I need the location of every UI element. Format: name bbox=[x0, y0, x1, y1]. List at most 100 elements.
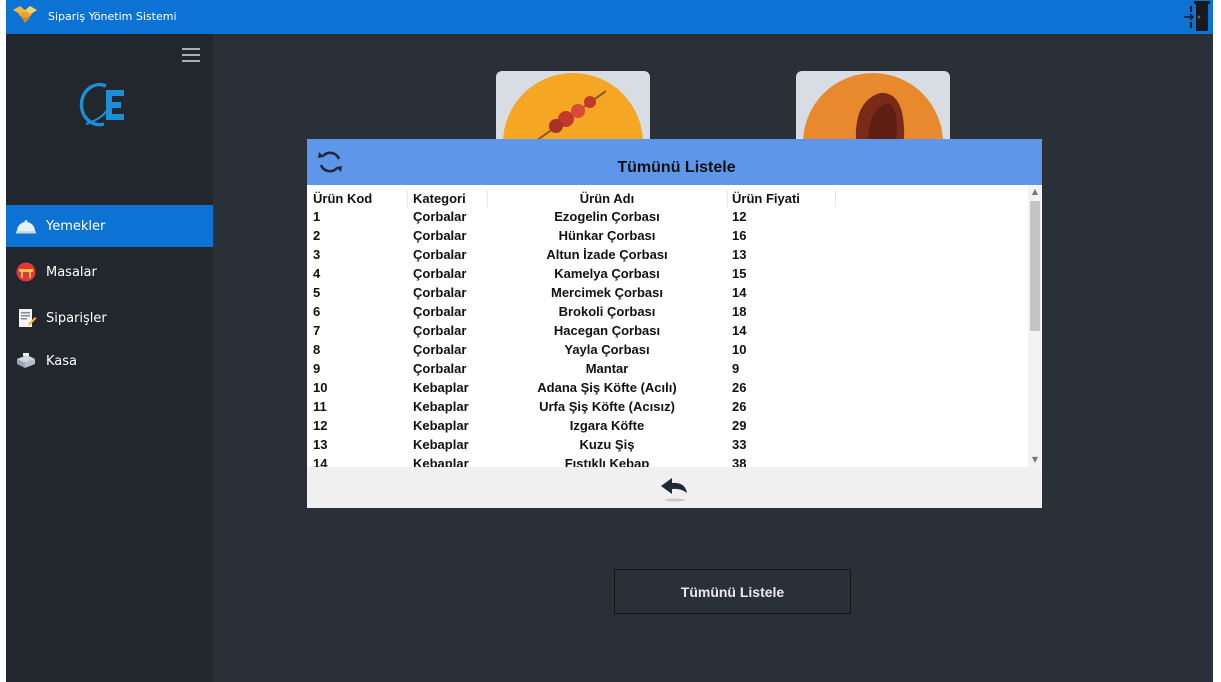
table-row[interactable]: 13 Kebaplar Kuzu Şiş 33 bbox=[307, 436, 1029, 455]
sidebar-item-kasa[interactable]: Kasa bbox=[6, 340, 213, 382]
undo-arrow-icon[interactable] bbox=[657, 473, 693, 503]
cell-kod: 7 bbox=[313, 323, 321, 338]
cell-kod: 13 bbox=[313, 437, 328, 452]
cell-kategori: Çorbalar bbox=[413, 266, 467, 281]
cell-fiyat: 38 bbox=[732, 456, 747, 467]
kebab-skewer-icon bbox=[503, 73, 643, 141]
cell-fiyat: 18 bbox=[732, 304, 747, 319]
sidebar: Yemekler Masalar Siparişler Kasa bbox=[6, 34, 213, 682]
table-row[interactable]: 4 Çorbalar Kamelya Çorbası 15 bbox=[307, 265, 1029, 284]
cell-kod: 12 bbox=[313, 418, 328, 433]
cell-kod: 3 bbox=[313, 247, 321, 262]
cell-kategori: Çorbalar bbox=[413, 228, 467, 243]
list-all-button[interactable]: Tümünü Listele bbox=[614, 569, 851, 614]
cell-kod: 4 bbox=[313, 266, 321, 281]
grid-header: Ürün Kod Kategori Ürün Adı Ürün Fiyati bbox=[307, 190, 1029, 207]
category-tile-kebab[interactable] bbox=[496, 71, 650, 141]
cell-urun-adi: Brokoli Çorbası bbox=[558, 304, 656, 319]
table-row[interactable]: 12 Kebaplar Izgara Köfte 29 bbox=[307, 417, 1029, 436]
scroll-down-icon[interactable]: ▼ bbox=[1028, 453, 1042, 467]
cell-fiyat: 16 bbox=[732, 228, 747, 243]
table-row[interactable]: 14 Kebaplar Fıstıklı Kebap 38 bbox=[307, 455, 1029, 467]
column-header-fiyat[interactable]: Ürün Fiyati bbox=[732, 191, 800, 206]
meat-icon bbox=[803, 73, 943, 141]
dialog-header: Tümünü Listele bbox=[307, 139, 1042, 185]
cell-fiyat: 12 bbox=[732, 209, 747, 224]
cell-fiyat: 26 bbox=[732, 399, 747, 414]
hamburger-menu-icon[interactable] bbox=[182, 48, 200, 62]
scroll-up-icon[interactable]: ▲ bbox=[1028, 185, 1042, 199]
cell-kategori: Kebaplar bbox=[413, 418, 469, 433]
exit-door-icon[interactable] bbox=[1181, 0, 1211, 34]
cell-kategori: Çorbalar bbox=[413, 304, 467, 319]
table-row[interactable]: 11 Kebaplar Urfa Şiş Köfte (Acısız) 26 bbox=[307, 398, 1029, 417]
cell-kategori: Çorbalar bbox=[413, 285, 467, 300]
cell-kod: 14 bbox=[313, 456, 328, 467]
cell-kategori: Kebaplar bbox=[413, 456, 469, 467]
app-window: Sipariş Yönetim Sistemi Yemekler Masalar… bbox=[6, 0, 1213, 682]
cell-urun-adi: Ezogelin Çorbası bbox=[554, 209, 660, 224]
scrollbar-thumb[interactable] bbox=[1030, 201, 1040, 331]
grid-rows: 1 Çorbalar Ezogelin Çorbası 12 2 Çorbalar Hün… bbox=[307, 208, 1029, 467]
table-row[interactable]: 6 Çorbalar Brokoli Çorbası 18 bbox=[307, 303, 1029, 322]
cell-kategori: Çorbalar bbox=[413, 342, 467, 357]
sidebar-item-masalar[interactable]: Masalar bbox=[6, 251, 213, 293]
food-cloche-icon bbox=[16, 220, 36, 234]
cell-fiyat: 14 bbox=[732, 323, 747, 338]
cell-kod: 10 bbox=[313, 380, 328, 395]
table-row[interactable]: 1 Çorbalar Ezogelin Çorbası 12 bbox=[307, 208, 1029, 227]
column-header-kod[interactable]: Ürün Kod bbox=[313, 191, 372, 206]
table-row[interactable]: 9 Çorbalar Mantar 9 bbox=[307, 360, 1029, 379]
handshake-icon bbox=[13, 6, 37, 23]
vertical-scrollbar[interactable]: ▲ ▼ bbox=[1028, 185, 1042, 467]
table-row[interactable]: 5 Çorbalar Mercimek Çorbası 14 bbox=[307, 284, 1029, 303]
cell-kod: 1 bbox=[313, 209, 321, 224]
cell-kod: 5 bbox=[313, 285, 321, 300]
cell-urun-adi: Hünkar Çorbası bbox=[558, 228, 656, 243]
title-bar: Sipariş Yönetim Sistemi bbox=[6, 0, 1213, 34]
sidebar-item-label: Masalar bbox=[46, 265, 97, 280]
dialog-title: Tümünü Listele bbox=[617, 159, 736, 176]
cell-urun-adi: Urfa Şiş Köfte (Acısız) bbox=[539, 399, 675, 414]
cell-kategori: Kebaplar bbox=[413, 399, 469, 414]
cash-register-icon bbox=[17, 353, 35, 368]
cell-fiyat: 9 bbox=[732, 361, 740, 376]
cell-kod: 2 bbox=[313, 228, 321, 243]
cell-fiyat: 14 bbox=[732, 285, 747, 300]
table-row[interactable]: 7 Çorbalar Hacegan Çorbası 14 bbox=[307, 322, 1029, 341]
cell-kategori: Kebaplar bbox=[413, 380, 469, 395]
cell-urun-adi: Kuzu Şiş bbox=[579, 437, 635, 452]
cell-kod: 9 bbox=[313, 361, 321, 376]
cell-fiyat: 29 bbox=[732, 418, 747, 433]
category-tile-meat[interactable] bbox=[796, 71, 950, 141]
column-header-kategori[interactable]: Kategori bbox=[413, 191, 466, 206]
cell-urun-adi: Izgara Köfte bbox=[569, 418, 645, 433]
sidebar-item-label: Kasa bbox=[46, 354, 78, 369]
app-title: Sipariş Yönetim Sistemi bbox=[48, 10, 177, 23]
cell-urun-adi: Yayla Çorbası bbox=[564, 342, 650, 357]
cell-kategori: Çorbalar bbox=[413, 361, 467, 376]
brand-logo bbox=[79, 82, 124, 127]
cell-urun-adi: Mercimek Çorbası bbox=[551, 285, 663, 300]
cell-kategori: Kebaplar bbox=[413, 437, 469, 452]
column-header-urun-adi[interactable]: Ürün Adı bbox=[487, 191, 727, 206]
order-document-icon bbox=[19, 309, 37, 327]
dialog-footer bbox=[307, 467, 1042, 508]
cell-kategori: Çorbalar bbox=[413, 247, 467, 262]
table-row[interactable]: 8 Çorbalar Yayla Çorbası 10 bbox=[307, 341, 1029, 360]
cell-fiyat: 13 bbox=[732, 247, 747, 262]
cell-fiyat: 33 bbox=[732, 437, 747, 452]
cell-urun-adi: Fıstıklı Kebap bbox=[564, 456, 650, 467]
table-row[interactable]: 3 Çorbalar Altun İzade Çorbası 13 bbox=[307, 246, 1029, 265]
table-row[interactable]: 2 Çorbalar Hünkar Çorbası 16 bbox=[307, 227, 1029, 246]
table-row[interactable]: 10 Kebaplar Adana Şiş Köfte (Acılı) 26 bbox=[307, 379, 1029, 398]
table-icon bbox=[16, 262, 36, 282]
cell-kategori: Çorbalar bbox=[413, 323, 467, 338]
products-grid[interactable]: Ürün Kod Kategori Ürün Adı Ürün Fiyati 1… bbox=[307, 185, 1042, 467]
cell-urun-adi: Altun İzade Çorbası bbox=[546, 247, 668, 262]
cell-urun-adi: Mantar bbox=[585, 361, 629, 376]
cell-kod: 11 bbox=[313, 399, 327, 414]
sidebar-item-siparisler[interactable]: Siparişler bbox=[6, 297, 213, 339]
cell-kategori: Çorbalar bbox=[413, 209, 467, 224]
sidebar-item-yemekler[interactable]: Yemekler bbox=[6, 205, 213, 247]
